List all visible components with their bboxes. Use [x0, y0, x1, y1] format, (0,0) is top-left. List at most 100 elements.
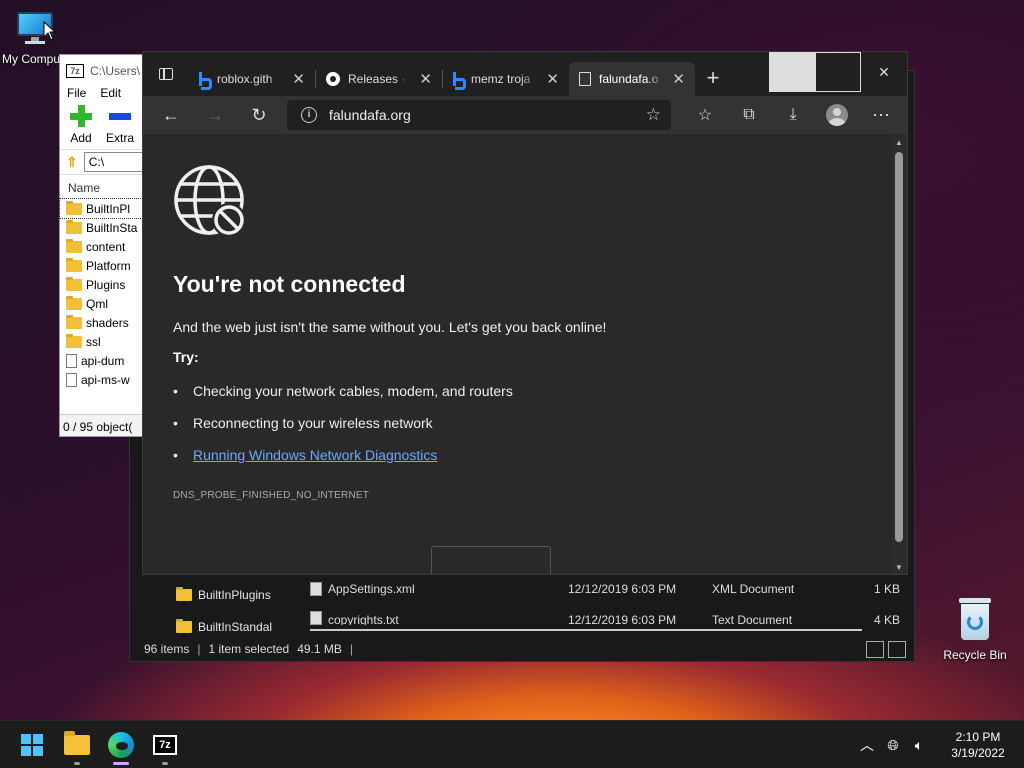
folder-icon: [66, 314, 82, 329]
tab-memz[interactable]: memz troja ✕: [443, 62, 569, 96]
page-error-icon: [579, 72, 591, 86]
system-tray: ︿ 🌐︎ 🔈︎ 2:10 PM 3/19/2022: [854, 721, 1024, 768]
bing-icon: [453, 72, 466, 90]
explorer-nav-pane: BuiltInPlugins BuiltInStandal: [130, 579, 290, 639]
suggestion-item: • Reconnecting to your wireless network: [173, 415, 433, 431]
file-row[interactable]: copyrights.txt 12/12/2019 6:03 PM Text D…: [310, 605, 910, 625]
taskbar-7zip[interactable]: 7z: [145, 721, 185, 768]
close-tab-icon[interactable]: ✕: [292, 70, 305, 88]
downloads-button[interactable]: ⤓: [771, 99, 815, 131]
start-button[interactable]: [12, 721, 52, 768]
folder-icon: [66, 333, 82, 348]
file-icon: [66, 372, 77, 387]
error-title: You're not connected: [173, 271, 406, 297]
maximize-button[interactable]: [815, 52, 861, 92]
details-view-button[interactable]: [866, 641, 884, 658]
tab-falundafa[interactable]: falundafa.o ✕: [569, 62, 695, 96]
folder-icon: [176, 619, 192, 633]
back-button[interactable]: ←: [149, 99, 193, 131]
collections-button[interactable]: ⧉: [727, 99, 771, 131]
error-code: DNS_PROBE_FINISHED_NO_INTERNET: [173, 490, 370, 501]
clock[interactable]: 2:10 PM 3/19/2022: [932, 729, 1024, 761]
more-icon: ⋯: [872, 104, 890, 125]
windows-logo-icon: [21, 734, 43, 756]
tab-roblox[interactable]: roblox.gith ✕: [189, 62, 315, 96]
folder-icon: [64, 731, 90, 755]
desktop-icon-label: Recycle Bin: [943, 648, 1007, 662]
collections-icon: ⧉: [743, 106, 755, 123]
new-tab-button[interactable]: +: [695, 62, 731, 96]
close-tab-icon[interactable]: ✕: [546, 70, 559, 88]
github-icon: [326, 72, 340, 86]
mouse-cursor-icon: [43, 21, 57, 41]
maximize-icon: [815, 52, 861, 92]
bing-icon: [199, 72, 212, 90]
forward-button[interactable]: →: [193, 99, 237, 131]
minimize-icon: [769, 52, 815, 92]
download-icon: ⤓: [789, 106, 797, 123]
window-controls: ✕: [769, 52, 907, 92]
file-icon: [66, 353, 77, 368]
favorites-icon: ☆: [697, 107, 713, 124]
file-row[interactable]: AppSettings.xml 12/12/2019 6:03 PM XML D…: [310, 574, 910, 604]
taskbar-file-explorer[interactable]: [57, 721, 97, 768]
suggestion-item: • Checking your network cables, modem, an…: [173, 383, 513, 399]
browser-window: roblox.gith ✕ Releases · R ✕ memz troja …: [142, 51, 908, 575]
scroll-down-icon[interactable]: ▼: [895, 563, 903, 572]
close-icon: ✕: [878, 63, 890, 80]
address-bar[interactable]: i falundafa.org ☆: [287, 100, 671, 130]
url-text: falundafa.org: [329, 107, 411, 123]
menu-file[interactable]: File: [67, 86, 86, 101]
tab-actions-button[interactable]: [143, 52, 189, 96]
taskbar-edge[interactable]: [101, 721, 141, 768]
network-globe-icon[interactable]: 🌐︎: [880, 737, 906, 754]
horizontal-scrollbar[interactable]: [310, 629, 862, 631]
refresh-icon: ↻: [251, 104, 267, 125]
scroll-up-icon[interactable]: ▲: [895, 138, 903, 147]
desktop-icon-recycle-bin[interactable]: Recycle Bin: [938, 598, 1012, 662]
site-info-icon[interactable]: i: [301, 107, 317, 123]
up-folder-icon[interactable]: ⇑: [66, 154, 78, 171]
nav-item-builtinplugins[interactable]: BuiltInPlugins: [130, 579, 290, 611]
speaker-icon[interactable]: 🔈︎: [906, 737, 932, 754]
folder-icon: [66, 219, 82, 234]
sevenzip-icon: 7z: [153, 735, 177, 755]
close-tab-icon[interactable]: ✕: [419, 70, 432, 88]
minimize-button[interactable]: [769, 52, 815, 92]
text-file-icon: [310, 611, 322, 625]
close-tab-icon[interactable]: ✕: [672, 70, 685, 88]
settings-more-button[interactable]: ⋯: [859, 99, 903, 131]
sevenzip-logo-icon: 7z: [66, 64, 84, 78]
extract-button[interactable]: Extra: [106, 105, 134, 149]
navigation-bar: ← → ↻ i falundafa.org ☆ ☆ ⧉ ⤓ ⋯: [143, 96, 907, 134]
offscreen-button[interactable]: [431, 546, 551, 574]
folder-icon: [66, 257, 82, 272]
add-button[interactable]: Add: [70, 105, 92, 149]
folder-icon: [66, 238, 82, 253]
arrow-right-icon: →: [206, 104, 224, 125]
error-subtitle: And the web just isn't the same without …: [173, 319, 607, 335]
globe-blocked-icon: [174, 165, 246, 237]
tab-actions-icon: [159, 68, 173, 80]
refresh-button[interactable]: ↻: [237, 99, 281, 131]
minus-icon: [109, 105, 131, 127]
plus-icon: [70, 105, 92, 127]
vertical-scrollbar[interactable]: ▲ ▼: [891, 134, 907, 574]
network-diagnostics-link[interactable]: Running Windows Network Diagnostics: [193, 447, 437, 463]
favorites-button[interactable]: ☆: [683, 99, 727, 131]
tab-releases[interactable]: Releases · R ✕: [316, 62, 442, 96]
menu-edit[interactable]: Edit: [100, 86, 121, 101]
add-favorite-icon[interactable]: ☆: [646, 105, 661, 125]
avatar: [826, 104, 848, 126]
try-label: Try:: [173, 349, 199, 365]
suggestion-item: • Running Windows Network Diagnostics: [173, 447, 438, 463]
xml-file-icon: [310, 582, 322, 596]
taskbar: 7z ︿ 🌐︎ 🔈︎ 2:10 PM 3/19/2022: [0, 720, 1024, 768]
scrollbar-thumb[interactable]: [895, 152, 903, 542]
close-window-button[interactable]: ✕: [861, 52, 907, 92]
profile-button[interactable]: [815, 99, 859, 131]
chevron-up-icon[interactable]: ︿: [854, 735, 880, 755]
tab-bar: roblox.gith ✕ Releases · R ✕ memz troja …: [143, 52, 907, 96]
folder-icon: [66, 276, 82, 291]
large-icons-view-button[interactable]: [888, 641, 906, 658]
